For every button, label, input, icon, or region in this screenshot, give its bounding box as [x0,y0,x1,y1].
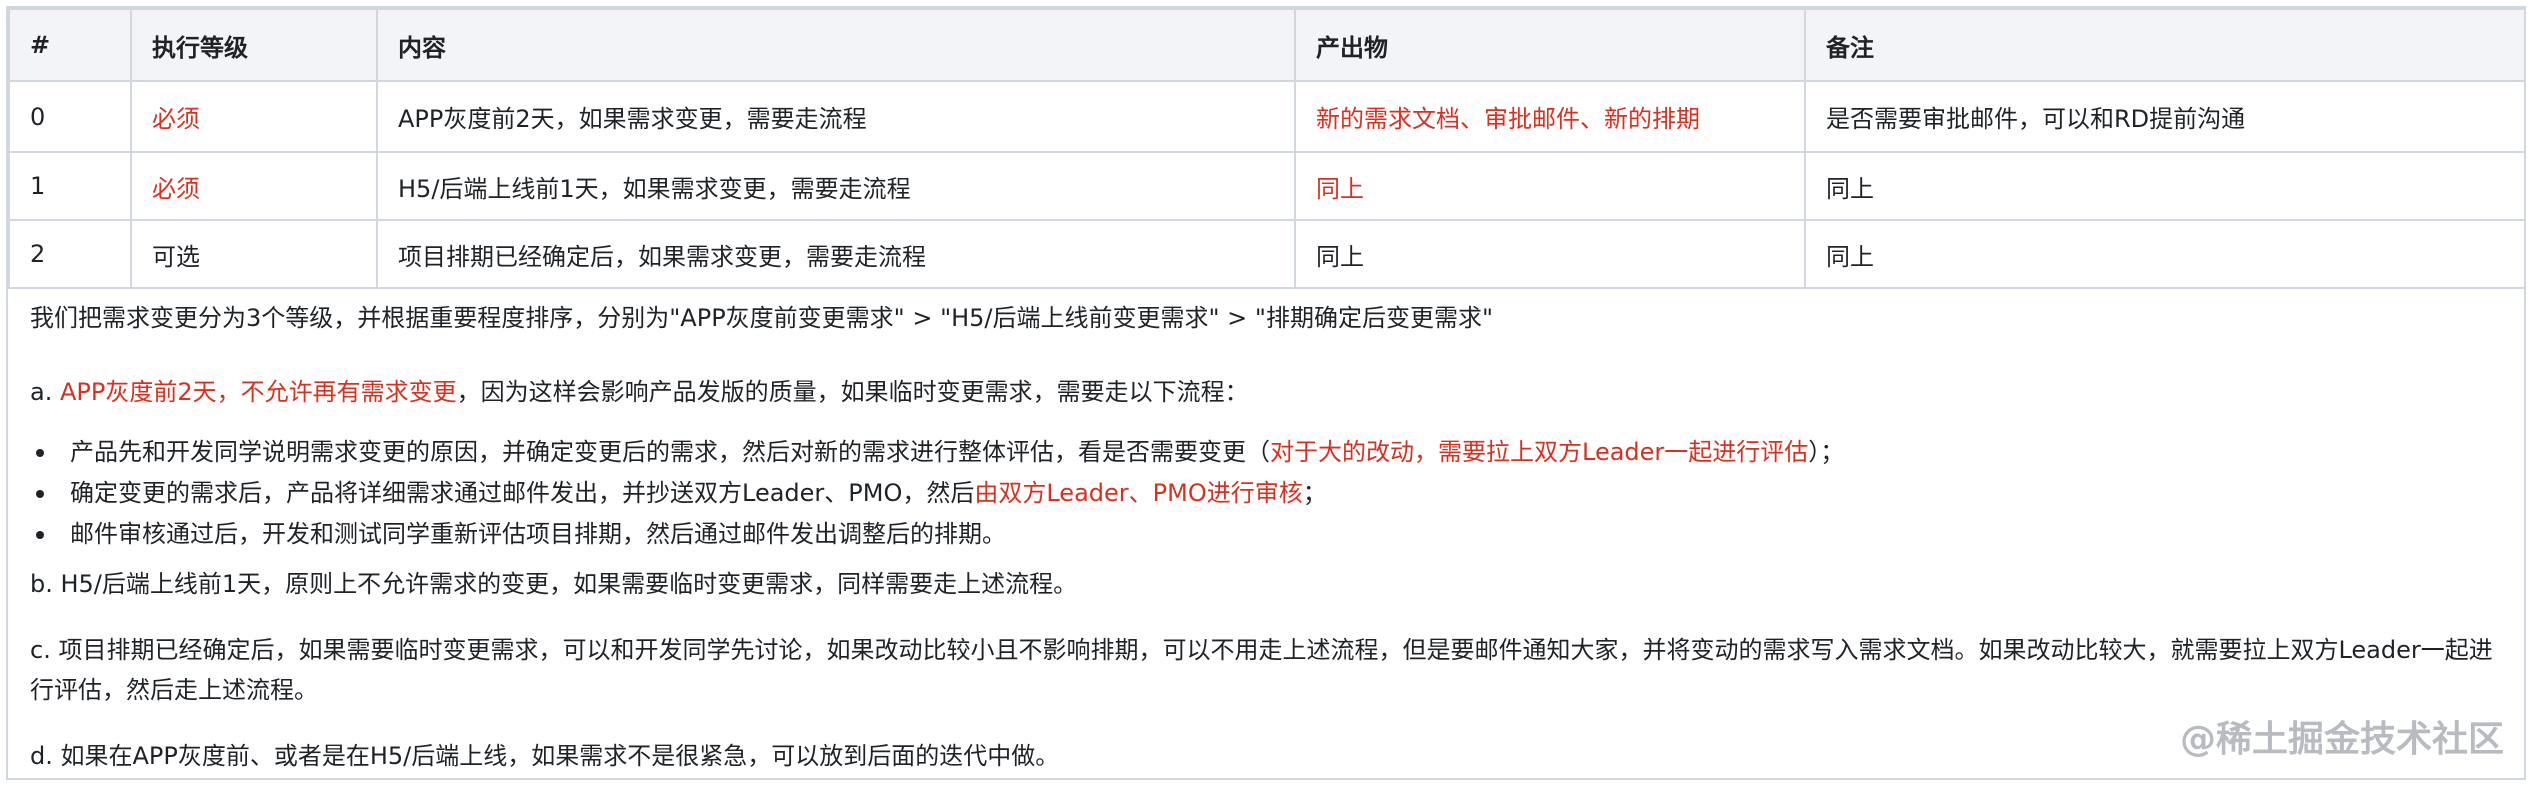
rule-a-prefix: a. [30,378,60,406]
header-output: 产出物 [1294,8,1806,82]
rule-b-paragraph: b. H5/后端上线前1天，原则上不允许需求的变更，如果需要临时变更需求，同样需… [30,570,1078,598]
list-item: 确定变更的需求后，产品将详细需求通过邮件发出，并抄送双方Leader、PMO，然… [30,475,1844,516]
cell-num: 1 [8,151,132,221]
list-item-tail: ）； [1808,438,1845,466]
cell-note: 同上 [1804,151,2526,221]
list-item-emphasis: 对于大的改动，需要拉上双方Leader一起进行评估 [1270,438,1809,466]
cell-level: 必须 [130,80,378,153]
process-list: 产品先和开发同学说明需求变更的原因，并确定变更后的需求，然后对新的需求进行整体评… [30,434,1844,557]
cell-content: H5/后端上线前1天，如果需求变更，需要走流程 [376,151,1296,221]
table-header-row: # 执行等级 内容 产出物 备注 [8,8,2526,82]
table-row: 1 必须 H5/后端上线前1天，如果需求变更，需要走流程 同上 同上 [8,151,2526,221]
cell-output: 新的需求文档、审批邮件、新的排期 [1294,80,1806,153]
requirement-change-table: # 执行等级 内容 产出物 备注 0 必须 APP灰度前2天，如果需求变更，需要… [8,8,2526,289]
bullet-icon [36,531,44,539]
list-item-emphasis: 由双方Leader、PMO进行审核 [974,479,1303,507]
header-content: 内容 [376,8,1296,82]
cell-note: 是否需要审批邮件，可以和RD提前沟通 [1804,80,2526,153]
rule-d-paragraph: d. 如果在APP灰度前、或者是在H5/后端上线，如果需求不是很紧急，可以放到后… [30,742,1060,770]
intro-paragraph: 我们把需求变更分为3个等级，并根据重要程度排序，分别为"APP灰度前变更需求" … [30,304,1493,332]
cell-num: 0 [8,80,132,153]
cell-output: 同上 [1294,219,1806,289]
cell-level: 必须 [130,151,378,221]
list-item-text: 邮件审核通过后，开发和测试同学重新评估项目排期，然后通过邮件发出调整后的排期。 [70,520,1006,548]
cell-num: 2 [8,219,132,289]
rule-a-emphasis: APP灰度前2天，不允许再有需求变更 [59,378,457,406]
header-level: 执行等级 [130,8,378,82]
list-item: 邮件审核通过后，开发和测试同学重新评估项目排期，然后通过邮件发出调整后的排期。 [30,516,1844,557]
bullet-icon [36,490,44,498]
list-item: 产品先和开发同学说明需求变更的原因，并确定变更后的需求，然后对新的需求进行整体评… [30,434,1844,475]
table-row: 0 必须 APP灰度前2天，如果需求变更，需要走流程 新的需求文档、审批邮件、新… [8,80,2526,153]
watermark-logo: @稀土掘金技术社区 [2179,719,2504,760]
table-row: 2 可选 项目排期已经确定后，如果需求变更，需要走流程 同上 同上 [8,219,2526,289]
header-num: # [8,8,132,82]
list-item-tail: ； [1302,479,1327,507]
cell-level: 可选 [130,219,378,289]
bullet-icon [36,449,44,457]
rule-c-paragraph: c. 项目排期已经确定后，如果需要临时变更需求，可以和开发同学先讨论，如果改动比… [30,636,2493,704]
cell-content: APP灰度前2天，如果需求变更，需要走流程 [376,80,1296,153]
cell-output: 同上 [1294,151,1806,221]
cell-note: 同上 [1804,219,2526,289]
cell-content: 项目排期已经确定后，如果需求变更，需要走流程 [376,219,1296,289]
list-item-text: 产品先和开发同学说明需求变更的原因，并确定变更后的需求，然后对新的需求进行整体评… [70,438,1270,466]
list-item-text: 确定变更的需求后，产品将详细需求通过邮件发出，并抄送双方Leader、PMO，然… [70,479,975,507]
document-frame: # 执行等级 内容 产出物 备注 0 必须 APP灰度前2天，如果需求变更，需要… [6,6,2526,780]
rule-a-text: ，因为这样会影响产品发版的质量，如果临时变更需求，需要走以下流程： [456,378,1249,406]
rule-a-paragraph: a. APP灰度前2天，不允许再有需求变更，因为这样会影响产品发版的质量，如果临… [30,374,1249,410]
header-note: 备注 [1804,8,2526,82]
